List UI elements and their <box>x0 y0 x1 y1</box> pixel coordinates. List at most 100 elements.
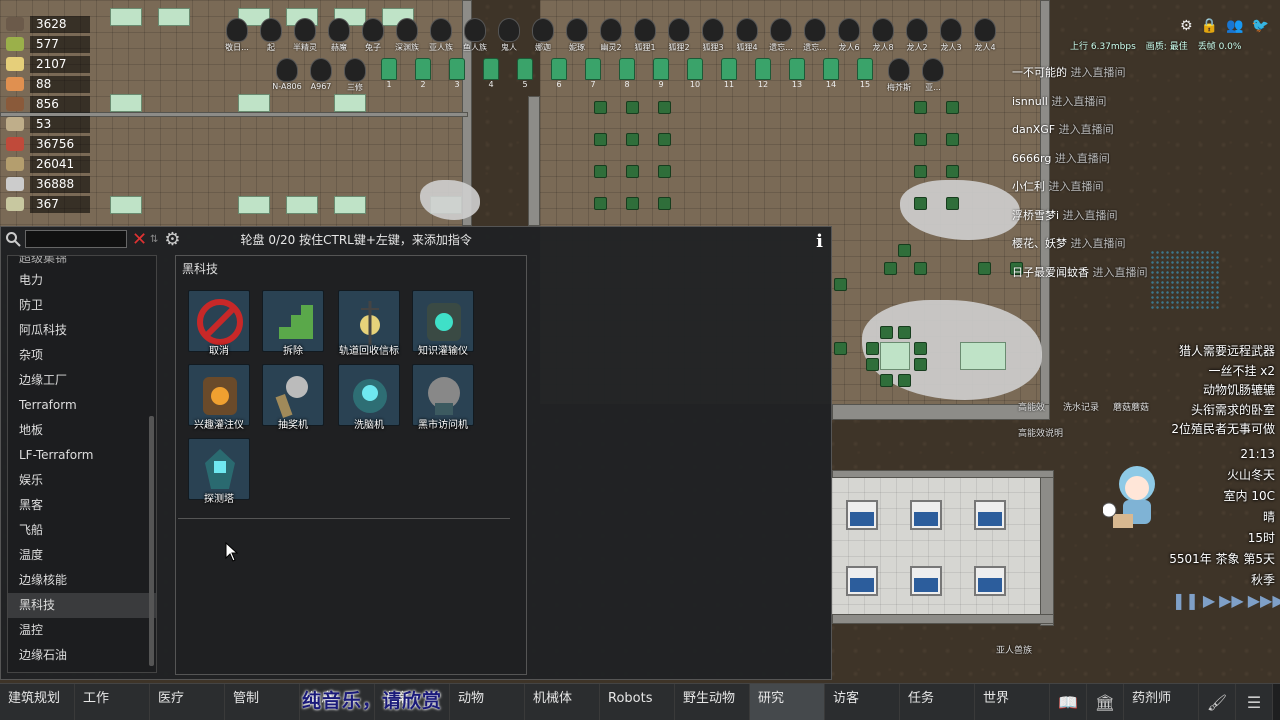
tab-8[interactable]: Robots <box>600 684 675 720</box>
colonist-portrait[interactable]: 龙人4 <box>970 18 1000 58</box>
pause-icon[interactable]: ❚❚ <box>1172 591 1199 610</box>
mechanoid-portrait[interactable]: 11 <box>714 58 744 90</box>
mechanoid-portrait[interactable]: 3 <box>442 58 472 90</box>
colonist-portrait[interactable]: 龙人3 <box>936 18 966 58</box>
faster-icon[interactable]: ▶▶▶ <box>1248 591 1280 610</box>
colonist-portrait[interactable]: 三修 <box>340 58 370 98</box>
build-item-7[interactable]: 黑市访问机 <box>412 364 474 431</box>
factions-icon[interactable]: 🏛 <box>1087 684 1124 720</box>
category-0[interactable]: 超级集锦 <box>8 256 156 268</box>
colonist-portrait[interactable]: 遗忘... <box>766 18 796 58</box>
lock-icon[interactable]: 🔒 <box>1201 18 1218 34</box>
tab-7[interactable]: 机械体 <box>525 684 600 720</box>
category-7[interactable]: 地板 <box>8 418 156 443</box>
mechanoid-portrait[interactable]: 14 <box>816 58 846 90</box>
colonist-portrait[interactable]: 敬日... <box>222 18 252 58</box>
tab-10[interactable]: 研究 <box>750 684 825 720</box>
play-icon[interactable]: ▶ <box>1203 591 1215 610</box>
colonist-portrait[interactable]: A967 <box>306 58 336 98</box>
build-item-2[interactable]: 轨道回收信标 <box>338 290 400 357</box>
category-11[interactable]: 飞船 <box>8 518 156 543</box>
category-16[interactable]: 边缘石油 <box>8 643 156 668</box>
tab-2[interactable]: 医疗 <box>150 684 225 720</box>
colonist-portrait[interactable]: 深渊族 <box>392 18 422 58</box>
colonist-portrait[interactable]: 狐狸1 <box>630 18 660 58</box>
build-item-3[interactable]: 知识灌输仪 <box>412 290 474 357</box>
category-4[interactable]: 杂项 <box>8 343 156 368</box>
build-item-1[interactable]: 拆除 <box>262 290 324 357</box>
brush-icon[interactable]: 🖌 <box>1199 684 1236 720</box>
mechanoid-portrait[interactable]: 9 <box>646 58 676 90</box>
mechanoid-portrait[interactable]: 7 <box>578 58 608 90</box>
tab-6[interactable]: 动物 <box>450 684 525 720</box>
colonist-portrait[interactable]: 娜迦 <box>528 18 558 58</box>
build-item-6[interactable]: 洗脑机 <box>338 364 400 431</box>
alert-3[interactable]: 头衔需求的卧室 <box>1171 401 1275 421</box>
build-item-8[interactable]: 探测塔 <box>188 438 250 505</box>
tab-11[interactable]: 访客 <box>825 684 900 720</box>
clear-search-icon[interactable]: ✕ <box>132 229 147 250</box>
colonist-portrait[interactable]: 亚... <box>918 58 948 98</box>
mechanoid-portrait[interactable]: 2 <box>408 58 438 90</box>
category-10[interactable]: 黑客 <box>8 493 156 518</box>
category-13[interactable]: 边缘核能 <box>8 568 156 593</box>
mechanoid-portrait[interactable]: 5 <box>510 58 540 90</box>
colonist-portrait[interactable]: 起 <box>256 18 286 58</box>
sort-icon[interactable]: ⇅ <box>150 234 158 245</box>
mechanoid-portrait[interactable]: 12 <box>748 58 778 90</box>
build-item-4[interactable]: 兴趣灌注仪 <box>188 364 250 431</box>
colonist-portrait[interactable]: 龙人6 <box>834 18 864 58</box>
search-input[interactable] <box>25 230 127 248</box>
colonist-portrait[interactable]: 半精灵 <box>290 18 320 58</box>
alert-2[interactable]: 动物饥肠辘辘 <box>1171 381 1275 401</box>
book-icon[interactable]: 📖 <box>1050 684 1087 720</box>
colonist-portrait[interactable]: 狐狸4 <box>732 18 762 58</box>
tab-13[interactable]: 世界 <box>975 684 1050 720</box>
colonist-portrait[interactable]: 亚人族 <box>426 18 456 58</box>
category-2[interactable]: 防卫 <box>8 293 156 318</box>
category-5[interactable]: 边缘工厂 <box>8 368 156 393</box>
category-1[interactable]: 电力 <box>8 268 156 293</box>
fast-icon[interactable]: ▶▶ <box>1219 591 1244 610</box>
category-15[interactable]: 温控 <box>8 618 156 643</box>
colonist-portrait[interactable]: 鬼人 <box>494 18 524 58</box>
category-8[interactable]: LF-Terraform <box>8 443 156 468</box>
category-9[interactable]: 娱乐 <box>8 468 156 493</box>
build-item-0[interactable]: 取消 <box>188 290 250 357</box>
mechanoid-portrait[interactable]: 4 <box>476 58 506 90</box>
pharmacist-tab[interactable]: 药剂师 <box>1124 684 1199 720</box>
mechanoid-portrait[interactable]: 1 <box>374 58 404 90</box>
scrollbar[interactable] <box>149 416 154 666</box>
category-12[interactable]: 温度 <box>8 543 156 568</box>
colonist-portrait[interactable]: 遗忘... <box>800 18 830 58</box>
alert-1[interactable]: 一丝不挂 x2 <box>1171 362 1275 382</box>
tab-0[interactable]: 建筑规划 <box>0 684 75 720</box>
colonist-portrait[interactable]: 妮琢 <box>562 18 592 58</box>
mechanoid-portrait[interactable]: 15 <box>850 58 880 90</box>
colonist-portrait[interactable]: 幽灵2 <box>596 18 626 58</box>
people-icon[interactable]: 👥 <box>1226 18 1243 34</box>
colonist-portrait[interactable]: 兔子 <box>358 18 388 58</box>
twitter-icon[interactable]: 🐦 <box>1251 18 1268 34</box>
build-item-5[interactable]: 抽奖机 <box>262 364 324 431</box>
colonist-portrait[interactable]: 赫魔 <box>324 18 354 58</box>
info-icon[interactable]: i <box>816 231 823 252</box>
category-3[interactable]: 阿瓜科技 <box>8 318 156 343</box>
colonist-portrait[interactable]: 梅芥斯 <box>884 58 914 98</box>
colonist-portrait[interactable]: 龙人8 <box>868 18 898 58</box>
mechanoid-portrait[interactable]: 6 <box>544 58 574 90</box>
tab-3[interactable]: 管制 <box>225 684 300 720</box>
mechanoid-portrait[interactable]: 8 <box>612 58 642 90</box>
alert-0[interactable]: 猎人需要远程武器 <box>1171 342 1275 362</box>
tab-9[interactable]: 野生动物 <box>675 684 750 720</box>
mechanoid-portrait[interactable]: 10 <box>680 58 710 90</box>
mechanoid-portrait[interactable]: 13 <box>782 58 812 90</box>
colonist-portrait[interactable]: N-A806 <box>272 58 302 98</box>
alert-4[interactable]: 2位殖民者无事可做 <box>1171 420 1275 440</box>
category-6[interactable]: Terraform <box>8 393 156 418</box>
tab-1[interactable]: 工作 <box>75 684 150 720</box>
colonist-portrait[interactable]: 鱼人族 <box>460 18 490 58</box>
settings-icon[interactable]: ⚙ <box>1180 18 1193 34</box>
category-14[interactable]: 黑科技 <box>8 593 156 618</box>
menu-icon[interactable]: ☰ <box>1236 684 1273 720</box>
